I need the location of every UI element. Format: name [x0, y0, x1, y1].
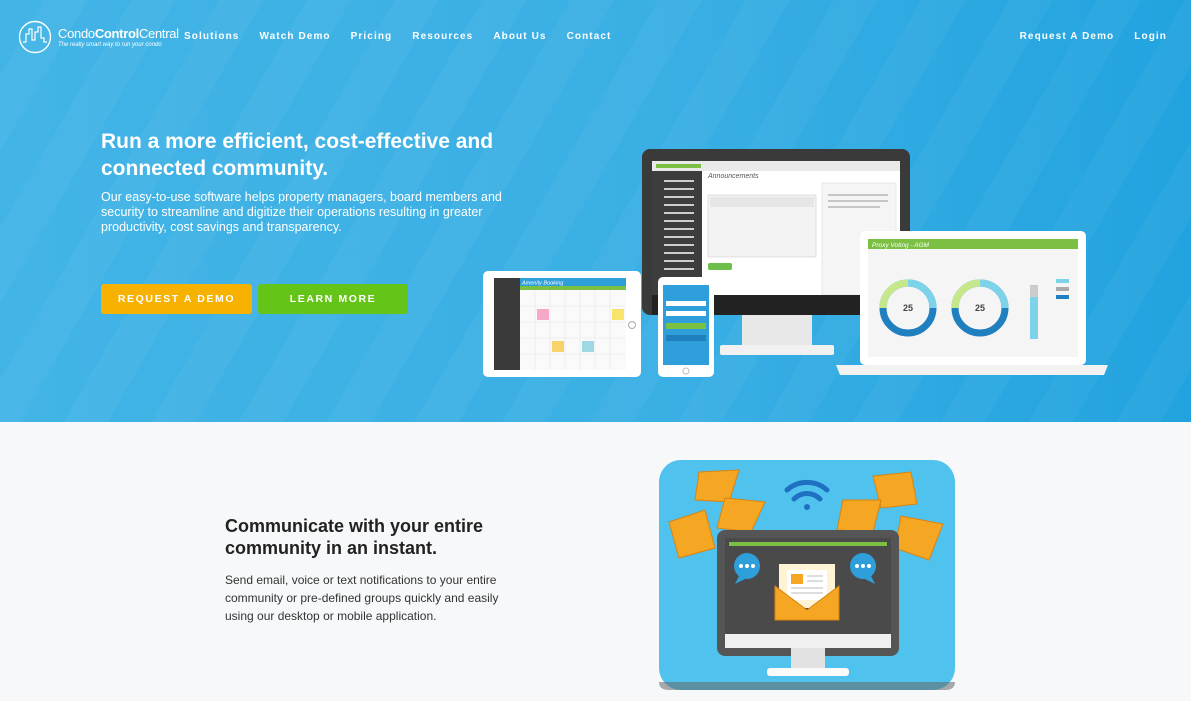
notification-illustration [659, 460, 955, 690]
communicate-feature-section [0, 422, 1191, 701]
learn-more-button[interactable]: LEARN MORE [258, 284, 408, 314]
logo-text: CondoControlCentral The really smart way… [58, 27, 179, 48]
hero-subtitle: Our easy-to-use software helps property … [101, 190, 502, 234]
feature-body: Send email, voice or text notifications … [225, 573, 499, 623]
brand-tagline: The really smart way to run your condo [58, 41, 162, 48]
nav-pricing[interactable]: Pricing [351, 31, 393, 42]
feature-title: Communicate with your entire community i… [225, 516, 484, 558]
laptop-device: Proxy Voting - AGM 25 25 [836, 231, 1108, 375]
request-demo-button[interactable]: REQUEST A DEMO [101, 284, 252, 314]
brand-name: CondoControlCentral [58, 25, 179, 41]
laptop-screen-title: Proxy Voting - AGM [872, 242, 930, 249]
hero-title: Run a more efficient, cost-effective and… [101, 130, 494, 180]
top-navigation: CondoControlCentral The really smart way… [0, 0, 1191, 72]
account-nav: Request A Demo Login [1020, 31, 1187, 42]
donut-1-value: 25 [903, 303, 913, 313]
city-skyline-logo-icon [18, 20, 52, 54]
tablet-device: Amenity Booking [483, 271, 641, 377]
donut-2-value: 25 [975, 303, 985, 313]
nav-solutions[interactable]: Solutions [184, 31, 239, 42]
devices-illustration: Announcements Amenity Booking Proxy Voti… [483, 149, 1108, 377]
phone-device [658, 277, 714, 377]
open-mail-icon [774, 564, 840, 621]
nav-request-demo[interactable]: Request A Demo [1020, 31, 1115, 42]
nav-contact[interactable]: Contact [567, 31, 612, 42]
nav-login[interactable]: Login [1134, 31, 1167, 42]
nav-about-us[interactable]: About Us [493, 31, 546, 42]
logo[interactable]: CondoControlCentral The really smart way… [18, 20, 179, 54]
nav-resources[interactable]: Resources [412, 31, 473, 42]
tablet-screen-title: Amenity Booking [521, 281, 564, 287]
main-nav: Solutions Watch Demo Pricing Resources A… [184, 31, 631, 42]
hero-section: CondoControlCentral The really smart way… [0, 0, 1191, 422]
nav-watch-demo[interactable]: Watch Demo [259, 31, 330, 42]
desktop-screen-title: Announcements [707, 173, 759, 180]
